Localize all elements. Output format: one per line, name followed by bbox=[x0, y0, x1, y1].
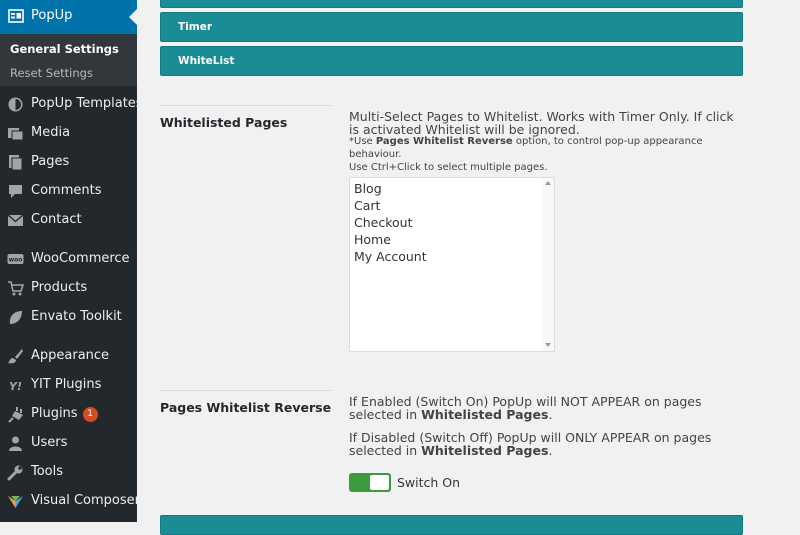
accordion-next-section[interactable] bbox=[160, 515, 743, 535]
leaf-icon bbox=[9, 311, 22, 324]
period: . bbox=[548, 407, 553, 422]
note-option-name: Pages Whitelist Reverse bbox=[375, 136, 513, 147]
whitelisted-pages-description: Multi-Select Pages to Whitelist. Works w… bbox=[349, 109, 734, 137]
sidebar-item-media[interactable]: Media bbox=[0, 121, 137, 147]
submenu-general-settings[interactable]: General Settings bbox=[10, 42, 119, 56]
visual-composer-icon bbox=[8, 496, 23, 508]
yit-icon: Y! bbox=[9, 380, 22, 393]
reverse-switch-toggle[interactable] bbox=[349, 473, 391, 492]
scroll-down-arrow-icon[interactable] bbox=[545, 343, 551, 347]
whitelisted-pages-note: *Use Pages Whitelist Reverse option, to … bbox=[349, 135, 739, 174]
sidebar-item-contact[interactable]: Contact bbox=[0, 208, 137, 234]
sidebar-item-label: WooCommerce bbox=[31, 251, 130, 266]
field-divider bbox=[160, 105, 332, 106]
update-count-badge: 1 bbox=[82, 407, 98, 422]
sidebar-item-users[interactable]: Users bbox=[0, 431, 137, 457]
plugin-icon bbox=[8, 407, 23, 423]
sidebar-item-pages[interactable]: Pages bbox=[0, 150, 137, 176]
template-icon bbox=[8, 97, 23, 112]
reverse-enabled-description: If Enabled (Switch On) PopUp will NOT AP… bbox=[349, 395, 734, 421]
toggle-label: Switch On bbox=[397, 475, 461, 490]
sidebar-item-label: Tools bbox=[31, 464, 64, 479]
field-divider bbox=[160, 390, 332, 391]
sidebar-item-visual-composer[interactable]: Visual Composer bbox=[0, 489, 140, 515]
accordion-title: Timer bbox=[178, 21, 213, 33]
accordion-timer[interactable]: Timer bbox=[160, 12, 743, 42]
note-ctrl-click: Use Ctrl+Click to select multiple pages. bbox=[349, 162, 548, 173]
pages-icon bbox=[9, 155, 23, 171]
svg-text:Y!: Y! bbox=[9, 380, 22, 393]
sidebar-item-envato-toolkit[interactable]: Envato Toolkit bbox=[0, 305, 137, 331]
accordion-whitelist[interactable]: WhiteList bbox=[160, 46, 743, 76]
media-icon bbox=[8, 128, 24, 141]
sidebar-item-comments[interactable]: Comments bbox=[0, 179, 137, 205]
sidebar-item-label: PopUp Templates bbox=[31, 96, 143, 111]
users-icon bbox=[9, 436, 22, 451]
list-option-blog[interactable]: Blog bbox=[354, 181, 382, 196]
sidebar-item-label: Envato Toolkit bbox=[31, 309, 122, 324]
svg-text:woo: woo bbox=[9, 257, 23, 264]
sidebar-item-label: Products bbox=[31, 280, 88, 295]
sidebar-item-label: Appearance bbox=[31, 348, 110, 363]
list-option-home[interactable]: Home bbox=[354, 232, 391, 247]
admin-sidebar: PopUp General Settings Reset Settings Po… bbox=[0, 0, 143, 522]
note-prefix: *Use bbox=[349, 136, 376, 147]
list-option-my-account[interactable]: My Account bbox=[354, 249, 427, 264]
sidebar-item-label: Users bbox=[31, 435, 68, 450]
toggle-knob bbox=[370, 475, 389, 490]
submenu-reset-settings[interactable]: Reset Settings bbox=[10, 66, 93, 80]
sidebar-item-popup-templates[interactable]: PopUp Templates bbox=[0, 92, 143, 118]
comments-icon bbox=[9, 185, 22, 198]
popup-submenu: General Settings Reset Settings bbox=[0, 34, 137, 86]
sidebar-item-yit-plugins[interactable]: Y! YIT Plugins bbox=[0, 373, 137, 399]
disabled-bold: Whitelisted Pages bbox=[421, 443, 549, 458]
popup-icon bbox=[8, 9, 24, 23]
plugins-label: Plugins bbox=[31, 406, 78, 421]
accordion-title: WhiteList bbox=[178, 55, 235, 67]
sidebar-item-woocommerce[interactable]: woo WooCommerce bbox=[0, 247, 137, 273]
cart-icon bbox=[8, 281, 24, 296]
sidebar-item-label: Media bbox=[31, 125, 71, 140]
list-option-cart[interactable]: Cart bbox=[354, 198, 380, 213]
list-option-checkout[interactable]: Checkout bbox=[354, 215, 412, 230]
accordion-section-header[interactable] bbox=[160, 0, 743, 8]
reverse-disabled-description: If Disabled (Switch Off) PopUp will ONLY… bbox=[349, 431, 734, 457]
current-menu-arrow bbox=[129, 9, 137, 25]
period: . bbox=[548, 443, 553, 458]
brush-icon bbox=[8, 349, 23, 364]
wrench-icon bbox=[7, 465, 23, 481]
pages-whitelist-reverse-label: Pages Whitelist Reverse bbox=[160, 400, 332, 415]
sidebar-item-tools[interactable]: Tools bbox=[0, 460, 137, 486]
sidebar-item-label: PopUp bbox=[31, 8, 73, 23]
sidebar-item-products[interactable]: Products bbox=[0, 276, 137, 302]
whitelisted-pages-multiselect[interactable]: Blog Cart Checkout Home My Account bbox=[349, 177, 555, 352]
listbox-scrollbar[interactable] bbox=[542, 178, 554, 351]
sidebar-item-plugins[interactable]: Plugins 1 bbox=[0, 402, 137, 428]
scroll-up-arrow-icon[interactable] bbox=[545, 181, 551, 185]
woocommerce-icon: woo bbox=[7, 254, 24, 264]
enabled-bold: Whitelisted Pages bbox=[421, 407, 549, 422]
sidebar-item-label: YIT Plugins bbox=[31, 377, 102, 392]
sidebar-item-appearance[interactable]: Appearance bbox=[0, 344, 137, 370]
sidebar-item-label: Contact bbox=[31, 212, 82, 227]
sidebar-item-label: Pages bbox=[31, 154, 70, 169]
sidebar-item-label: Plugins 1 bbox=[31, 406, 98, 422]
mail-icon bbox=[7, 214, 24, 226]
sidebar-item-label: Visual Composer bbox=[31, 493, 140, 508]
sidebar-item-label: Comments bbox=[31, 183, 102, 198]
whitelisted-pages-label: Whitelisted Pages bbox=[160, 115, 288, 130]
sidebar-item-popup[interactable]: PopUp bbox=[0, 0, 137, 34]
